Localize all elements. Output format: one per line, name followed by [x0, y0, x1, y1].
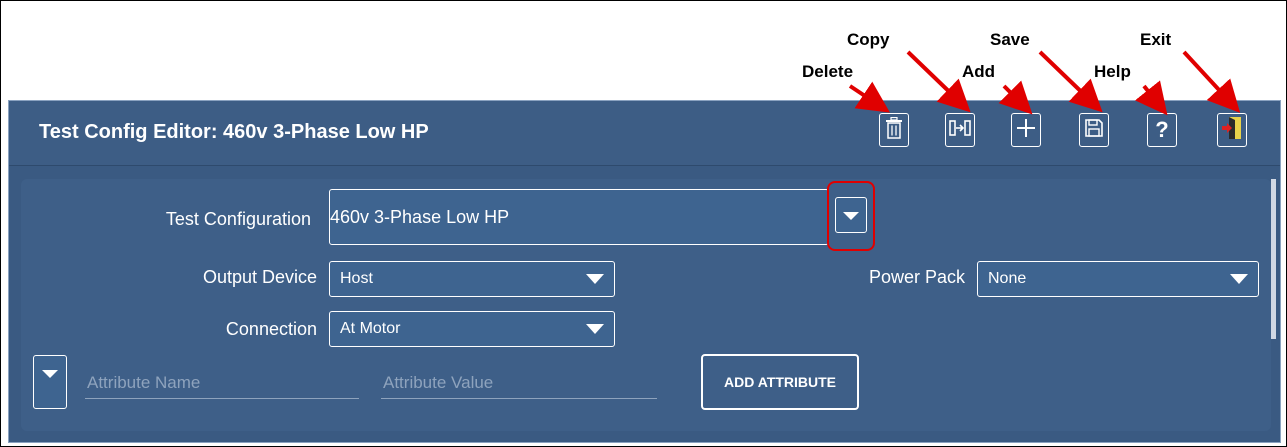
chevron-down-icon: [586, 274, 604, 284]
app-window: Test Config Editor: 460v 3-Phase Low HP: [8, 100, 1281, 443]
connection-label: Connection: [225, 319, 317, 339]
output-device-value: Host: [340, 270, 373, 287]
power-pack-label: Power Pack: [868, 267, 965, 287]
save-button[interactable]: [1079, 113, 1109, 147]
help-button[interactable]: ?: [1147, 113, 1177, 147]
exit-button[interactable]: [1217, 113, 1247, 147]
chevron-down-icon: [843, 212, 859, 220]
test-configuration-dropdown-button[interactable]: [835, 197, 867, 233]
question-mark-icon: ?: [1155, 117, 1169, 142]
attribute-value-input[interactable]: Attribute Value: [383, 373, 493, 393]
chevron-down-icon: [586, 324, 604, 334]
attribute-name-input[interactable]: Attribute Name: [87, 373, 200, 393]
callout-save: Save: [990, 30, 1030, 49]
scrollbar[interactable]: [1271, 179, 1276, 339]
exit-door-icon: [1221, 116, 1243, 145]
callout-exit: Exit: [1140, 30, 1172, 49]
test-configuration-field[interactable]: 460v 3-Phase Low HP: [329, 189, 829, 245]
callout-copy: Copy: [847, 30, 890, 49]
add-button[interactable]: [1011, 113, 1041, 147]
output-device-select[interactable]: Host: [329, 261, 615, 297]
attribute-name-underline: [85, 398, 359, 399]
title-bar: Test Config Editor: 460v 3-Phase Low HP: [9, 101, 1280, 166]
add-attribute-button[interactable]: ADD ATTRIBUTE: [701, 354, 859, 410]
attribute-dropdown-button[interactable]: [33, 355, 67, 409]
power-pack-value: None: [988, 270, 1027, 287]
callout-add: Add: [962, 62, 996, 81]
trash-icon: [885, 116, 903, 144]
delete-button[interactable]: [879, 113, 909, 147]
power-pack-select[interactable]: None: [977, 261, 1259, 297]
page-title: Test Config Editor: 460v 3-Phase Low HP: [39, 121, 429, 143]
output-device-label: Output Device: [202, 267, 317, 287]
copy-button[interactable]: [945, 113, 975, 147]
test-configuration-label: Test Configuration: [165, 209, 311, 229]
test-configuration-value: 460v 3-Phase Low HP: [330, 206, 510, 227]
plus-icon: [1016, 118, 1036, 143]
copy-icon: [949, 119, 971, 142]
callout-delete: Delete: [802, 62, 854, 81]
chevron-down-icon: [42, 370, 58, 378]
attribute-value-underline: [381, 398, 657, 399]
chevron-down-icon: [1230, 274, 1248, 284]
connection-value: At Motor: [340, 320, 401, 337]
callout-help: Help: [1094, 62, 1131, 81]
floppy-disk-icon: [1084, 118, 1104, 143]
connection-select[interactable]: At Motor: [329, 311, 615, 347]
